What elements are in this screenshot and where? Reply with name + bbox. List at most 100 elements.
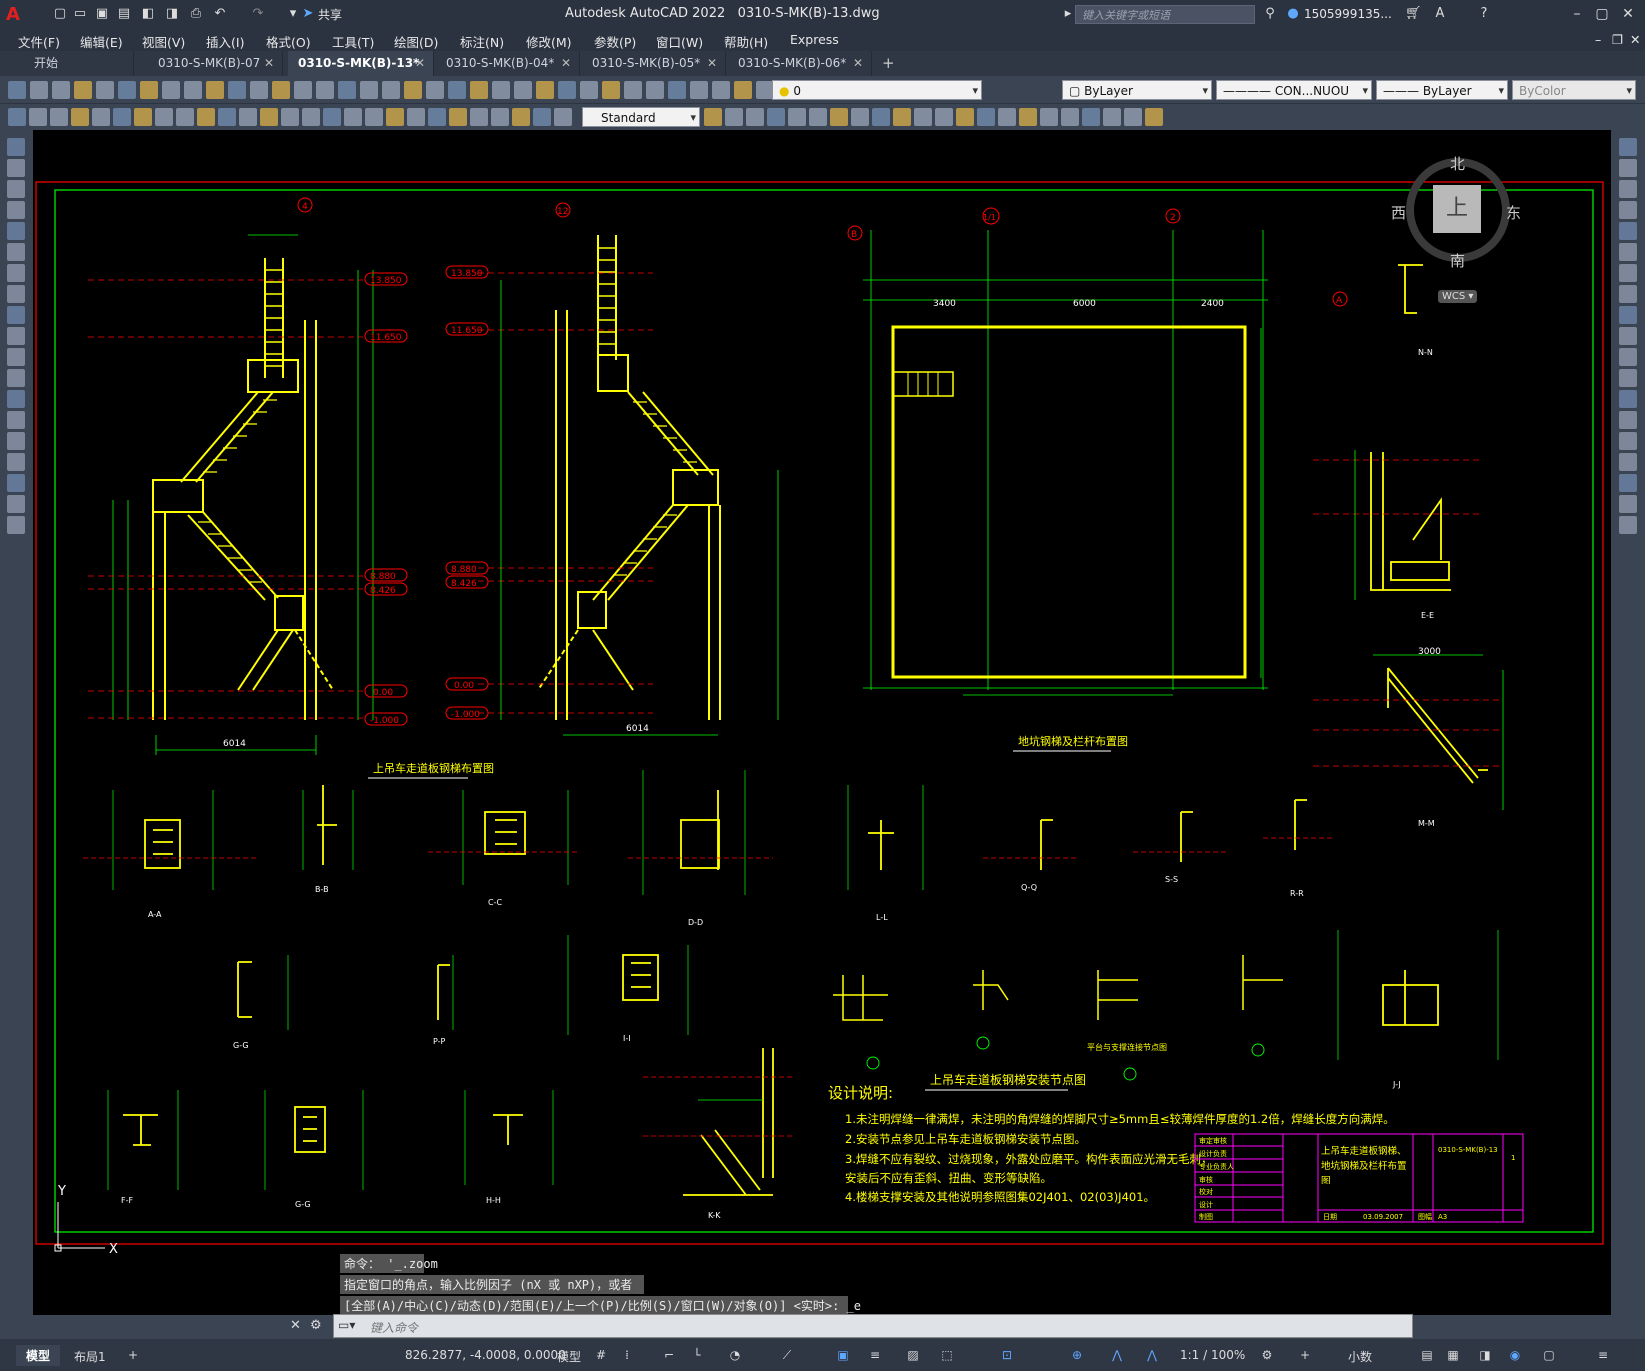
isolate-objects-icon[interactable]: ◨ — [1478, 1348, 1492, 1362]
cut-icon[interactable] — [668, 81, 686, 99]
preview-icon[interactable] — [624, 81, 642, 99]
open-web-icon[interactable]: ◧ — [140, 6, 156, 22]
properties-icon[interactable] — [316, 81, 334, 99]
region-icon[interactable] — [7, 453, 25, 471]
layer-properties-icon[interactable] — [470, 81, 488, 99]
customize-statusbar-icon[interactable]: ≡ — [1596, 1348, 1610, 1362]
match-properties-icon[interactable] — [734, 81, 752, 99]
chamfer-icon[interactable] — [1619, 432, 1637, 450]
break-icon[interactable] — [260, 108, 278, 126]
ellipse-icon[interactable] — [7, 306, 25, 324]
menu-modify[interactable]: 修改(M) — [526, 32, 572, 51]
lineweight-icon[interactable]: ≡ — [868, 1348, 882, 1362]
add-layout-button[interactable]: + — [128, 1348, 138, 1362]
viewcube-east[interactable]: 东 — [1506, 202, 1521, 223]
break-at-point-icon[interactable] — [1619, 369, 1637, 387]
draw-order-icon[interactable] — [1619, 516, 1637, 534]
transparency-icon[interactable]: ▨ — [906, 1348, 920, 1362]
center-mark-icon[interactable] — [956, 108, 974, 126]
edit-dim-icon[interactable] — [1019, 108, 1037, 126]
line-icon[interactable] — [7, 138, 25, 156]
publish-icon[interactable] — [118, 81, 136, 99]
arc-length-icon[interactable] — [704, 108, 722, 126]
3d-osnap-icon[interactable]: ⊡ — [1000, 1348, 1014, 1362]
viewcube-west[interactable]: 西 — [1391, 202, 1406, 223]
plot-icon[interactable] — [602, 81, 620, 99]
off-icon[interactable] — [491, 108, 509, 126]
angular-icon[interactable] — [155, 108, 173, 126]
rotate-icon[interactable] — [1619, 264, 1637, 282]
annotation-scale-icon[interactable]: ⋀ — [1145, 1348, 1159, 1362]
ordinate-icon[interactable] — [71, 108, 89, 126]
menu-view[interactable]: 视图(V) — [142, 32, 185, 51]
units-dropdown[interactable]: 小数 — [1348, 1348, 1372, 1365]
tolerance-icon[interactable] — [281, 108, 299, 126]
sheet-set-icon[interactable] — [382, 81, 400, 99]
minimize-button[interactable]: – — [1567, 4, 1587, 24]
menu-format[interactable]: 格式(O) — [266, 32, 311, 51]
save-icon[interactable] — [52, 81, 70, 99]
hatch-icon[interactable] — [7, 411, 25, 429]
tab-file-06[interactable]: 0310-S-MK(B)-06* ✕ — [728, 51, 872, 76]
coordinates-readout[interactable]: 826.2877, -4.0008, 0.0000 — [405, 1348, 566, 1362]
space-icon[interactable] — [239, 108, 257, 126]
menu-draw[interactable]: 绘图(D) — [394, 32, 438, 51]
mirror-icon[interactable] — [1619, 180, 1637, 198]
help-icon[interactable]: ? — [1476, 6, 1492, 22]
lock-icon[interactable] — [512, 108, 530, 126]
save-icon[interactable]: ▣ — [94, 6, 110, 22]
layer-state-icon[interactable] — [492, 81, 510, 99]
clean-screen-icon[interactable]: ▢ — [1542, 1348, 1556, 1362]
array-icon[interactable] — [1619, 222, 1637, 240]
layer-icon[interactable] — [428, 108, 446, 126]
text-style-dropdown[interactable]: Standard — [582, 107, 700, 127]
space-icon[interactable] — [893, 108, 911, 126]
tab-file-05[interactable]: 0310-S-MK(B)-05* ✕ — [582, 51, 726, 76]
selection-cycling-icon[interactable]: ⬚ — [940, 1348, 954, 1362]
tab-file-13[interactable]: 0310-S-MK(B)-13* ✕ — [288, 51, 434, 76]
center-mark-icon[interactable] — [302, 108, 320, 126]
user-name[interactable]: 1505999135... — [1304, 7, 1392, 21]
table-icon[interactable] — [7, 474, 25, 492]
copy-icon[interactable] — [690, 81, 708, 99]
polar-icon[interactable]: ◔ — [728, 1348, 742, 1362]
tab-close-icon[interactable]: ✕ — [415, 51, 425, 76]
preview-icon[interactable] — [96, 81, 114, 99]
close-button[interactable]: ✕ — [1618, 4, 1638, 24]
hardware-acceleration-icon[interactable]: ◉ — [1508, 1348, 1522, 1362]
autodesk-a360-icon[interactable]: A — [1432, 6, 1448, 22]
tab-close-icon[interactable]: ✕ — [561, 51, 571, 76]
continue-icon[interactable] — [218, 108, 236, 126]
command-prompt-icon[interactable]: ▭▾ — [338, 1318, 355, 1332]
command-customize-icon[interactable]: ⚙ — [310, 1318, 322, 1333]
rectangle-icon[interactable] — [7, 201, 25, 219]
cut-icon[interactable] — [140, 81, 158, 99]
erase-icon[interactable] — [1619, 138, 1637, 156]
plot-icon[interactable]: ⎙ — [188, 6, 204, 22]
linetype-dropdown[interactable]: ———— CON...NUOU — [1216, 80, 1372, 100]
doc-close-icon[interactable]: ✕ — [1630, 32, 1640, 47]
angular-icon[interactable] — [809, 108, 827, 126]
annotation-scale-value[interactable]: 1:1 / 100% — [1180, 1348, 1245, 1362]
arc-icon[interactable] — [7, 222, 25, 240]
workspace-gear-icon[interactable]: ⚙ — [1260, 1348, 1274, 1362]
multiline-text-icon[interactable] — [7, 495, 25, 513]
radius-icon[interactable] — [746, 108, 764, 126]
markup-icon[interactable] — [404, 81, 422, 99]
grid-icon[interactable]: # — [594, 1348, 608, 1362]
revcloud-icon[interactable] — [7, 264, 25, 282]
scale-icon[interactable] — [1619, 285, 1637, 303]
help-icon[interactable] — [448, 81, 466, 99]
update-icon[interactable] — [1061, 108, 1079, 126]
explode-icon[interactable] — [1619, 495, 1637, 513]
redo-icon[interactable]: ↷ — [250, 6, 266, 22]
new-icon[interactable] — [8, 81, 26, 99]
spline-icon[interactable] — [7, 285, 25, 303]
continue-icon[interactable] — [872, 108, 890, 126]
user-icon[interactable]: ● — [1285, 6, 1301, 22]
save-as-icon[interactable]: ▤ — [116, 6, 132, 22]
autocad-app-icon[interactable]: A — [6, 4, 28, 26]
doc-minimize-icon[interactable]: – — [1595, 32, 1601, 47]
layer-dropdown[interactable]: ● 0 — [772, 80, 982, 100]
ellipse-arc-icon[interactable] — [7, 327, 25, 345]
